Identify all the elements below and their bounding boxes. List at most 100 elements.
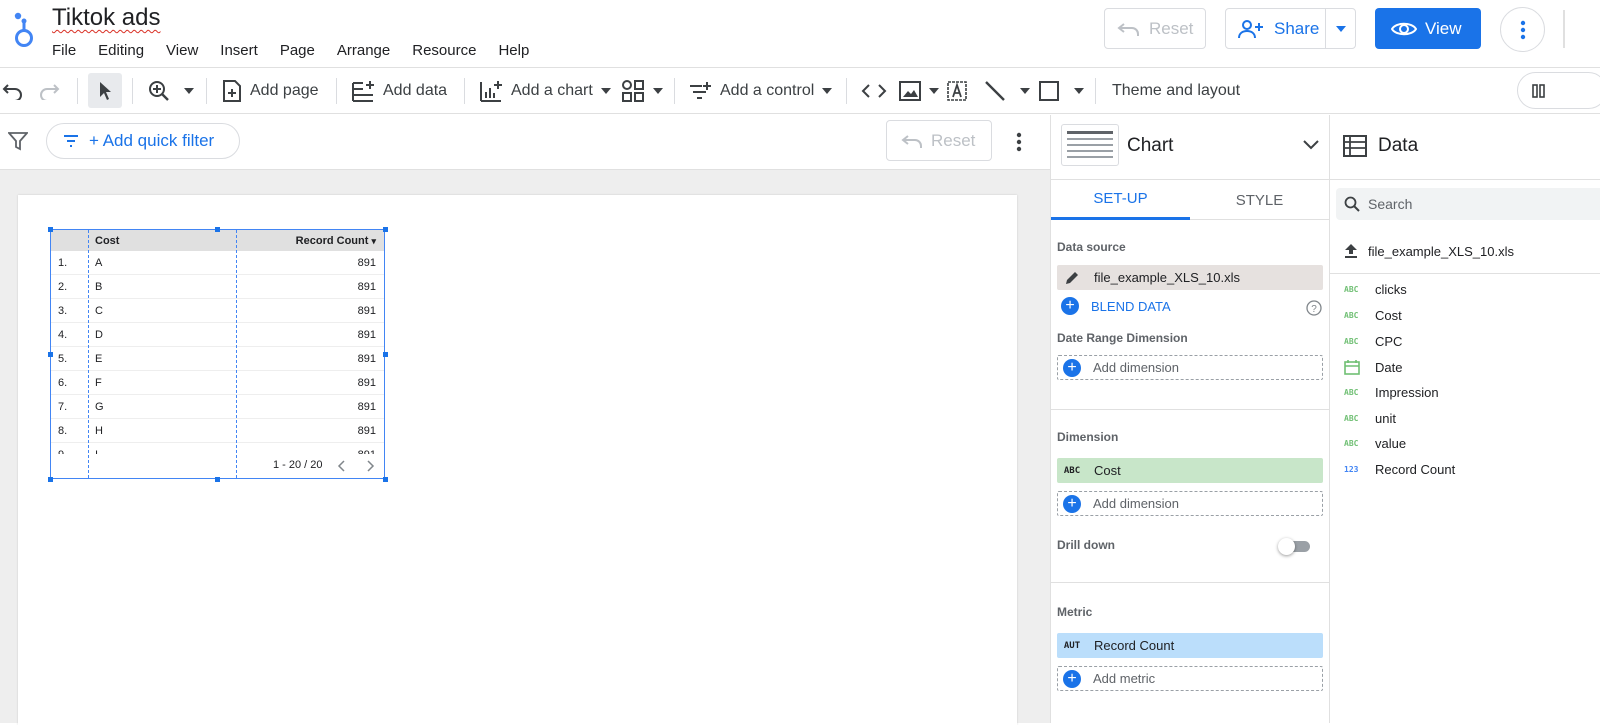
cell-record-count: 891 xyxy=(357,376,376,389)
zoom-button[interactable] xyxy=(148,68,194,114)
community-viz-button[interactable] xyxy=(621,68,663,114)
add-data-button[interactable]: Add data xyxy=(351,68,447,114)
filter-bar: + Add quick filter Reset xyxy=(0,115,1050,170)
menu-view[interactable]: View xyxy=(155,40,209,61)
resize-handle[interactable] xyxy=(383,352,388,357)
chart-panel-tabs: SET-UP STYLE xyxy=(1051,180,1329,220)
field-item[interactable]: 123 Record Count xyxy=(1344,462,1455,477)
more-vert-icon xyxy=(1016,132,1022,152)
dimension-chip-cost[interactable]: ABC Cost xyxy=(1057,458,1323,483)
caret-down-icon xyxy=(822,88,833,94)
table-row[interactable]: 3. C 891 xyxy=(51,299,384,323)
add-date-range-dimension[interactable]: + Add dimension xyxy=(1057,355,1323,380)
resize-handle[interactable] xyxy=(383,227,388,232)
next-page-button[interactable] xyxy=(367,460,375,472)
resize-handle[interactable] xyxy=(48,352,53,357)
metric-chip-record-count[interactable]: AUT Record Count xyxy=(1057,633,1323,658)
add-metric-label: Add metric xyxy=(1093,671,1156,686)
data-source-name: file_example_XLS_10.xls xyxy=(1094,270,1240,285)
add-chart-button[interactable]: Add a chart xyxy=(479,68,611,114)
menu-editing[interactable]: Editing xyxy=(87,40,155,61)
table-row[interactable]: 2. B 891 xyxy=(51,275,384,299)
table-chart-type-icon[interactable] xyxy=(1061,124,1119,166)
select-tool-button[interactable] xyxy=(88,73,122,108)
add-quick-filter-button[interactable]: + Add quick filter xyxy=(46,123,240,159)
chevron-down-icon[interactable] xyxy=(1303,140,1319,150)
resize-handle[interactable] xyxy=(383,477,388,482)
text-box-button[interactable] xyxy=(946,68,968,114)
redo-button[interactable] xyxy=(38,68,60,114)
view-button[interactable]: View xyxy=(1375,8,1481,49)
cell-cost: A xyxy=(95,256,103,269)
column-header-record-count[interactable]: Record Count ▾ xyxy=(296,235,376,247)
column-header-cost[interactable]: Cost xyxy=(95,235,119,247)
menu-resource[interactable]: Resource xyxy=(401,40,487,61)
field-type-badge: ABC xyxy=(1344,337,1359,346)
table-row[interactable]: 7. G 891 xyxy=(51,395,384,419)
view-label: View xyxy=(1425,18,1462,38)
resize-handle[interactable] xyxy=(48,477,53,482)
theme-and-layout-button[interactable]: Theme and layout xyxy=(1112,68,1240,114)
field-type-badge: ABC xyxy=(1344,439,1359,448)
tab-style[interactable]: STYLE xyxy=(1190,180,1329,220)
drill-down-toggle[interactable] xyxy=(1278,538,1310,555)
table-row[interactable]: 5. E 891 xyxy=(51,347,384,371)
add-control-button[interactable]: Add a control xyxy=(688,68,833,114)
panel-toggle-button[interactable] xyxy=(1517,72,1600,109)
blend-data-button[interactable]: + BLEND DATA xyxy=(1061,297,1171,315)
looker-studio-logo[interactable] xyxy=(8,9,40,49)
add-dimension-button[interactable]: + Add dimension xyxy=(1057,491,1323,516)
table-row[interactable]: 1. A 891 xyxy=(51,251,384,275)
resize-handle[interactable] xyxy=(215,227,220,232)
table-chart[interactable]: Cost Record Count ▾ 1. A 891 2. B 891 3. C 891… xyxy=(50,229,385,479)
filter-more-button[interactable] xyxy=(1016,132,1022,157)
database-icon xyxy=(1343,134,1367,158)
more-options-button[interactable] xyxy=(1500,7,1545,52)
field-search-input[interactable]: Search xyxy=(1336,188,1600,220)
undo-button[interactable] xyxy=(2,68,24,114)
menu-page[interactable]: Page xyxy=(269,40,326,61)
add-page-icon xyxy=(222,79,242,103)
field-item[interactable]: ABC Cost xyxy=(1344,308,1402,323)
dimension-type-badge: ABC xyxy=(1063,465,1081,476)
menu-file[interactable]: File xyxy=(41,40,87,61)
resize-handle[interactable] xyxy=(48,227,53,232)
toolbar-divider xyxy=(336,78,337,104)
resize-handle[interactable] xyxy=(215,477,220,482)
add-page-button[interactable]: Add page xyxy=(222,68,319,114)
menu-help[interactable]: Help xyxy=(487,40,540,61)
data-source-label: Data source xyxy=(1057,240,1126,254)
field-item[interactable]: ABC clicks xyxy=(1344,282,1407,297)
report-title[interactable]: Tiktok ads xyxy=(52,4,160,32)
data-source-item[interactable]: file_example_XLS_10.xls xyxy=(1344,243,1514,259)
tab-setup[interactable]: SET-UP xyxy=(1051,180,1190,220)
line-button[interactable] xyxy=(984,68,1030,114)
reset-filters-button[interactable]: Reset xyxy=(886,120,992,161)
reset-button[interactable]: Reset xyxy=(1104,8,1206,49)
table-row[interactable]: 4. D 891 xyxy=(51,323,384,347)
field-item[interactable]: ABC CPC xyxy=(1344,334,1402,349)
pagination-label: 1 - 20 / 20 xyxy=(273,459,323,471)
field-item[interactable]: ABC value xyxy=(1344,436,1406,451)
shape-button[interactable] xyxy=(1038,68,1084,114)
table-row[interactable]: 6. F 891 xyxy=(51,371,384,395)
menu-arrange[interactable]: Arrange xyxy=(326,40,401,61)
prev-page-button[interactable] xyxy=(337,460,345,472)
embed-url-button[interactable] xyxy=(861,68,887,114)
field-name: Impression xyxy=(1375,385,1439,400)
menu-insert[interactable]: Insert xyxy=(209,40,269,61)
field-name: CPC xyxy=(1375,334,1403,349)
field-item[interactable]: ABC unit xyxy=(1344,411,1396,426)
share-dropdown[interactable] xyxy=(1326,25,1355,32)
data-source-chip[interactable]: file_example_XLS_10.xls xyxy=(1057,265,1323,290)
share-button[interactable]: Share xyxy=(1225,8,1356,49)
column-guide xyxy=(236,230,237,478)
field-item[interactable]: Date xyxy=(1344,359,1402,375)
shapes-grid-icon xyxy=(621,79,645,103)
add-metric-button[interactable]: + Add metric xyxy=(1057,666,1323,691)
image-button[interactable] xyxy=(899,68,939,114)
table-row[interactable]: 8. H 891 xyxy=(51,419,384,443)
metric-label: Metric xyxy=(1057,605,1093,619)
field-item[interactable]: ABC Impression xyxy=(1344,385,1439,400)
help-icon[interactable]: ? xyxy=(1306,300,1322,316)
